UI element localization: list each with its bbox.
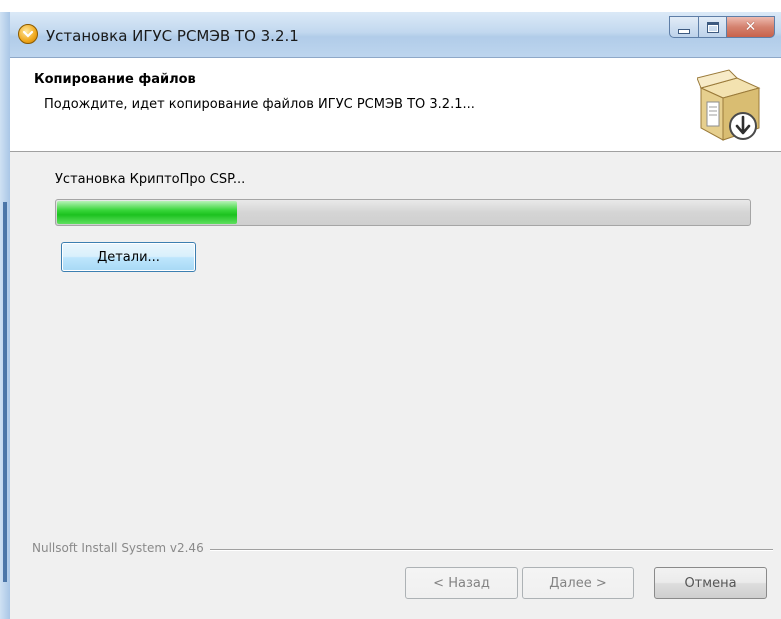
close-icon: ✕ — [744, 19, 757, 35]
next-button[interactable]: Далее > — [522, 567, 634, 599]
details-button[interactable]: Детали... — [61, 242, 196, 272]
install-progress-fill — [57, 201, 237, 224]
minimize-icon — [678, 28, 690, 34]
page-subtitle: Подождите, идет копирование файлов ИГУС … — [44, 97, 475, 112]
window-title: Установка ИГУС РСМЭВ ТО 3.2.1 — [46, 27, 299, 45]
back-button[interactable]: < Назад — [405, 567, 518, 599]
nsis-branding: Nullsoft Install System v2.46 — [32, 541, 210, 555]
cancel-button[interactable]: Отмена — [654, 567, 767, 599]
minimize-button[interactable] — [669, 16, 699, 38]
install-status-text: Установка КриптоПро CSP... — [55, 172, 246, 187]
title-bar[interactable]: Установка ИГУС РСМЭВ ТО 3.2.1 ✕ — [10, 12, 781, 58]
install-progress-bar — [55, 199, 751, 226]
page-title: Копирование файлов — [34, 72, 196, 87]
maximize-button[interactable] — [699, 16, 727, 38]
close-button[interactable]: ✕ — [727, 16, 775, 38]
window-controls: ✕ — [669, 16, 775, 38]
package-download-icon — [697, 69, 761, 141]
installer-disc-icon — [18, 24, 38, 44]
maximize-icon — [706, 21, 719, 33]
screen-top-strip — [0, 0, 781, 12]
window-left-frame — [0, 12, 10, 619]
page-header: Копирование файлов Подождите, идет копир… — [10, 58, 781, 152]
